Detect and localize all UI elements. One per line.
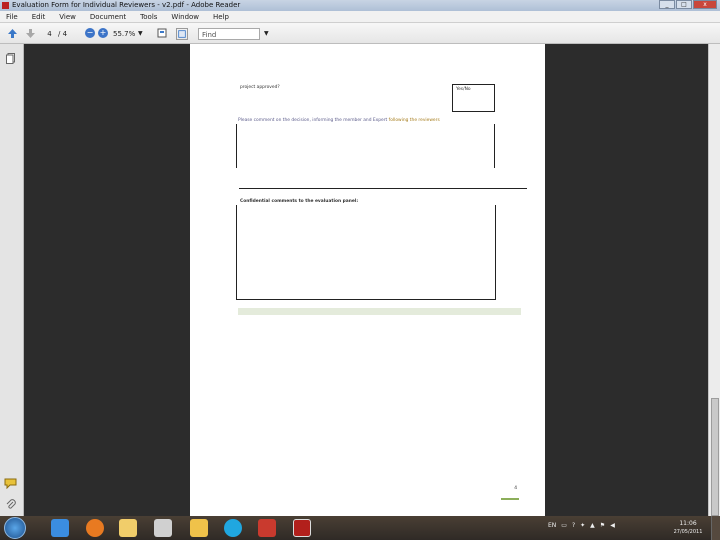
section-footer-bar bbox=[238, 308, 521, 315]
menu-edit[interactable]: Edit bbox=[32, 11, 46, 22]
question-comments: Please comment on the decision, informin… bbox=[238, 118, 440, 123]
project-approved-field[interactable]: Yes/No bbox=[452, 84, 495, 112]
help-icon[interactable]: ? bbox=[572, 522, 575, 529]
speaker-icon[interactable]: ◀ bbox=[610, 522, 615, 529]
maximize-button[interactable]: □ bbox=[676, 0, 692, 9]
project-approved-value: Yes/No bbox=[456, 87, 471, 92]
flag-icon[interactable]: ⚑ bbox=[600, 522, 605, 529]
window-title: Evaluation Form for Individual Reviewers… bbox=[12, 1, 241, 9]
menu-tools[interactable]: Tools bbox=[140, 11, 157, 22]
find-dropdown-icon[interactable]: ▼ bbox=[264, 28, 269, 40]
find-input[interactable]: Find bbox=[198, 28, 260, 40]
page-number-input[interactable]: 4 bbox=[43, 28, 56, 40]
pages-panel-icon[interactable] bbox=[6, 53, 15, 64]
start-button[interactable] bbox=[4, 517, 26, 539]
attachments-panel-icon[interactable] bbox=[5, 499, 16, 510]
acrobat-icon[interactable] bbox=[258, 519, 276, 537]
pdf-page: project approved? Yes/No Please comment … bbox=[190, 44, 545, 516]
media-player-icon[interactable] bbox=[154, 519, 172, 537]
internet-explorer-icon[interactable] bbox=[51, 519, 69, 537]
page-footer-number: 4 bbox=[501, 486, 519, 500]
menu-window[interactable]: Window bbox=[171, 11, 199, 22]
skype-icon[interactable] bbox=[224, 519, 242, 537]
toolbar: 4 / 4 − + 55.7% ▼ Find ▼ bbox=[0, 23, 720, 44]
confidential-comments-field[interactable] bbox=[236, 205, 496, 300]
minimize-button[interactable]: _ bbox=[659, 0, 675, 9]
question-comments-text: Please comment on the decision, informin… bbox=[238, 118, 388, 123]
fit-page-icon[interactable] bbox=[157, 28, 167, 38]
folder-icon[interactable] bbox=[190, 519, 208, 537]
menu-file[interactable]: File bbox=[6, 11, 18, 22]
adobe-reader-taskbar-icon[interactable] bbox=[293, 519, 311, 537]
menu-bar: File Edit View Document Tools Window Hel… bbox=[0, 11, 720, 23]
show-hidden-icons-icon[interactable]: ▲ bbox=[590, 522, 595, 529]
close-button[interactable]: x bbox=[693, 0, 717, 9]
navigation-panel bbox=[0, 44, 24, 516]
network-icon[interactable]: ▭ bbox=[561, 522, 567, 529]
section-divider bbox=[239, 188, 527, 189]
question-project-approved: project approved? bbox=[240, 85, 280, 90]
clock[interactable]: 11:06 27/05/2011 bbox=[668, 520, 708, 536]
taskbar: EN ▭ ? ✦ ▲ ⚑ ◀ 11:06 27/05/2011 bbox=[0, 516, 720, 540]
zoom-dropdown-icon[interactable]: ▼ bbox=[138, 28, 143, 40]
language-indicator[interactable]: EN bbox=[548, 522, 556, 529]
clock-time: 11:06 bbox=[679, 520, 697, 527]
tray-app-icon[interactable]: ✦ bbox=[580, 522, 585, 529]
scrollbar-thumb[interactable] bbox=[711, 398, 719, 516]
comments-panel-icon[interactable] bbox=[4, 478, 17, 489]
previous-page-icon[interactable] bbox=[7, 28, 18, 39]
menu-document[interactable]: Document bbox=[90, 11, 126, 22]
page-total: / 4 bbox=[58, 30, 68, 38]
window-controls: _ □ x bbox=[659, 0, 717, 10]
firefox-icon[interactable] bbox=[86, 519, 104, 537]
zoom-out-button[interactable]: − bbox=[85, 28, 95, 38]
window-title-bar[interactable]: Evaluation Form for Individual Reviewers… bbox=[0, 0, 720, 11]
clock-date: 27/05/2011 bbox=[673, 529, 703, 535]
menu-view[interactable]: View bbox=[59, 11, 76, 22]
system-tray: EN ▭ ? ✦ ▲ ⚑ ◀ bbox=[548, 522, 615, 529]
file-explorer-icon[interactable] bbox=[119, 519, 137, 537]
fit-width-icon[interactable] bbox=[176, 28, 188, 40]
menu-help[interactable]: Help bbox=[213, 11, 229, 22]
vertical-scrollbar[interactable] bbox=[708, 44, 720, 516]
next-page-icon[interactable] bbox=[25, 28, 36, 39]
comments-field[interactable] bbox=[236, 124, 495, 168]
show-desktop-button[interactable] bbox=[711, 516, 720, 540]
zoom-in-button[interactable]: + bbox=[98, 28, 108, 38]
question-confidential-comments: Confidential comments to the evaluation … bbox=[240, 199, 359, 204]
question-comments-highlight: following the reviewers bbox=[387, 118, 440, 123]
adobe-reader-icon bbox=[2, 2, 9, 9]
